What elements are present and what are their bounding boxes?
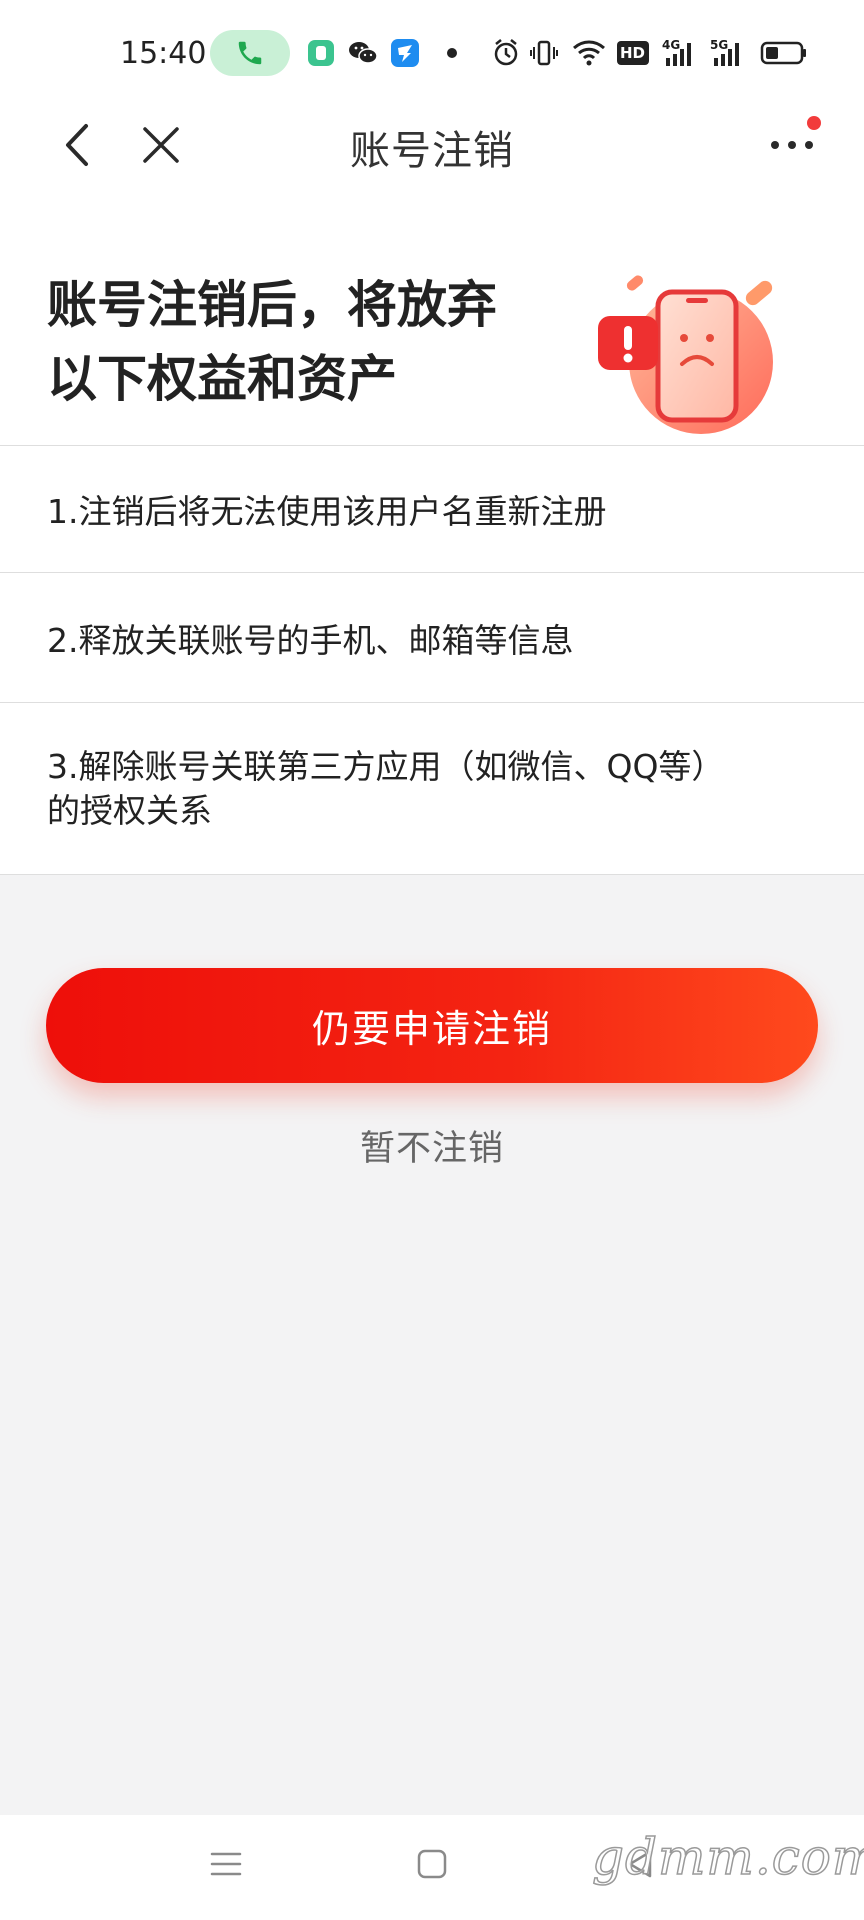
hero-title: 账号注销后，将放弃 以下权益和资产: [47, 268, 547, 416]
list-item-text: 2.释放关联账号的手机、邮箱等信息: [47, 620, 574, 660]
status-time: 15:40: [120, 36, 207, 71]
list-item-text: 1.注销后将无法使用该用户名重新注册: [47, 492, 607, 531]
list-item: 2.释放关联账号的手机、邮箱等信息: [0, 572, 864, 702]
ongoing-call-pill[interactable]: [210, 30, 290, 76]
signal-5g-icon: 5G: [710, 38, 746, 68]
watermark: gdmm.com: [591, 1827, 864, 1887]
menu-icon: [210, 1852, 242, 1876]
hd-icon: HD: [616, 38, 650, 68]
more-icon: [771, 141, 813, 149]
home-icon: [417, 1849, 447, 1879]
alarm-icon: [492, 38, 520, 68]
hd-label: HD: [620, 44, 646, 62]
dot-icon: [446, 38, 458, 68]
recent-apps-button[interactable]: [198, 1839, 254, 1889]
wifi-icon: [572, 38, 606, 68]
home-button[interactable]: [404, 1839, 460, 1889]
status-bar: 15:40 HD 4G 5G: [0, 0, 864, 100]
list-item: 3.解除账号关联第三方应用（如微信、QQ等） 的授权关系: [0, 702, 864, 875]
consequence-list: 1.注销后将无法使用该用户名重新注册 2.释放关联账号的手机、邮箱等信息 3.解…: [0, 445, 864, 875]
dingtalk-icon: [390, 38, 420, 68]
wechat-icon: [347, 38, 379, 68]
sad-phone-illustration: [596, 270, 816, 444]
hero-title-line1: 账号注销后，将放弃: [47, 276, 497, 334]
list-item-text-line2: 的授权关系: [47, 790, 212, 830]
vibrate-icon: [530, 38, 558, 68]
app-icon: [306, 38, 336, 68]
list-item-text-line1: 3.解除账号关联第三方应用（如微信、QQ等）: [47, 746, 725, 786]
notification-badge: [807, 116, 821, 130]
page-title: 账号注销: [350, 128, 514, 174]
hero-title-line2: 以下权益和资产: [47, 350, 397, 408]
phone-call-icon: [238, 41, 262, 65]
keep-account-button[interactable]: 暂不注销: [0, 1120, 864, 1171]
signal-4g-icon: 4G: [662, 38, 698, 68]
network-4g-label: 4G: [662, 38, 681, 52]
confirm-cancel-account-button[interactable]: 仍要申请注销: [46, 968, 818, 1083]
list-item: 1.注销后将无法使用该用户名重新注册: [0, 445, 864, 572]
battery-icon: [760, 38, 808, 68]
network-5g-label: 5G: [710, 38, 729, 52]
